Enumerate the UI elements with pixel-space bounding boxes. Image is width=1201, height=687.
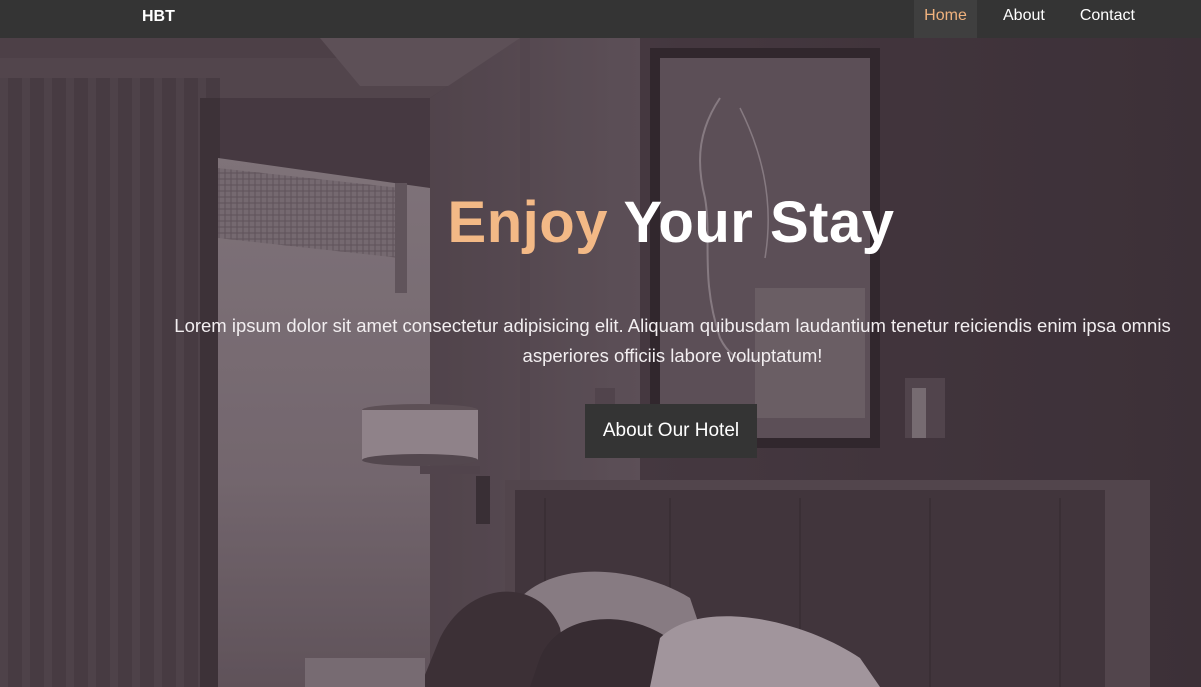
hero-title: Enjoy Your Stay	[0, 188, 1201, 258]
brand-logo[interactable]: HBT	[142, 0, 175, 38]
nav-link-about[interactable]: About	[1003, 0, 1045, 38]
hero-title-accent: Enjoy	[447, 190, 608, 255]
hero-title-rest: Your Stay	[607, 190, 895, 255]
navbar: HBT Home About Contact	[0, 0, 1201, 38]
about-hotel-button[interactable]: About Our Hotel	[585, 404, 757, 458]
hero-description: Lorem ipsum dolor sit amet consectetur a…	[174, 315, 1171, 366]
nav-links: Home About Contact	[914, 0, 1135, 38]
nav-link-contact[interactable]: Contact	[1080, 0, 1135, 38]
nav-link-home[interactable]: Home	[914, 0, 977, 38]
